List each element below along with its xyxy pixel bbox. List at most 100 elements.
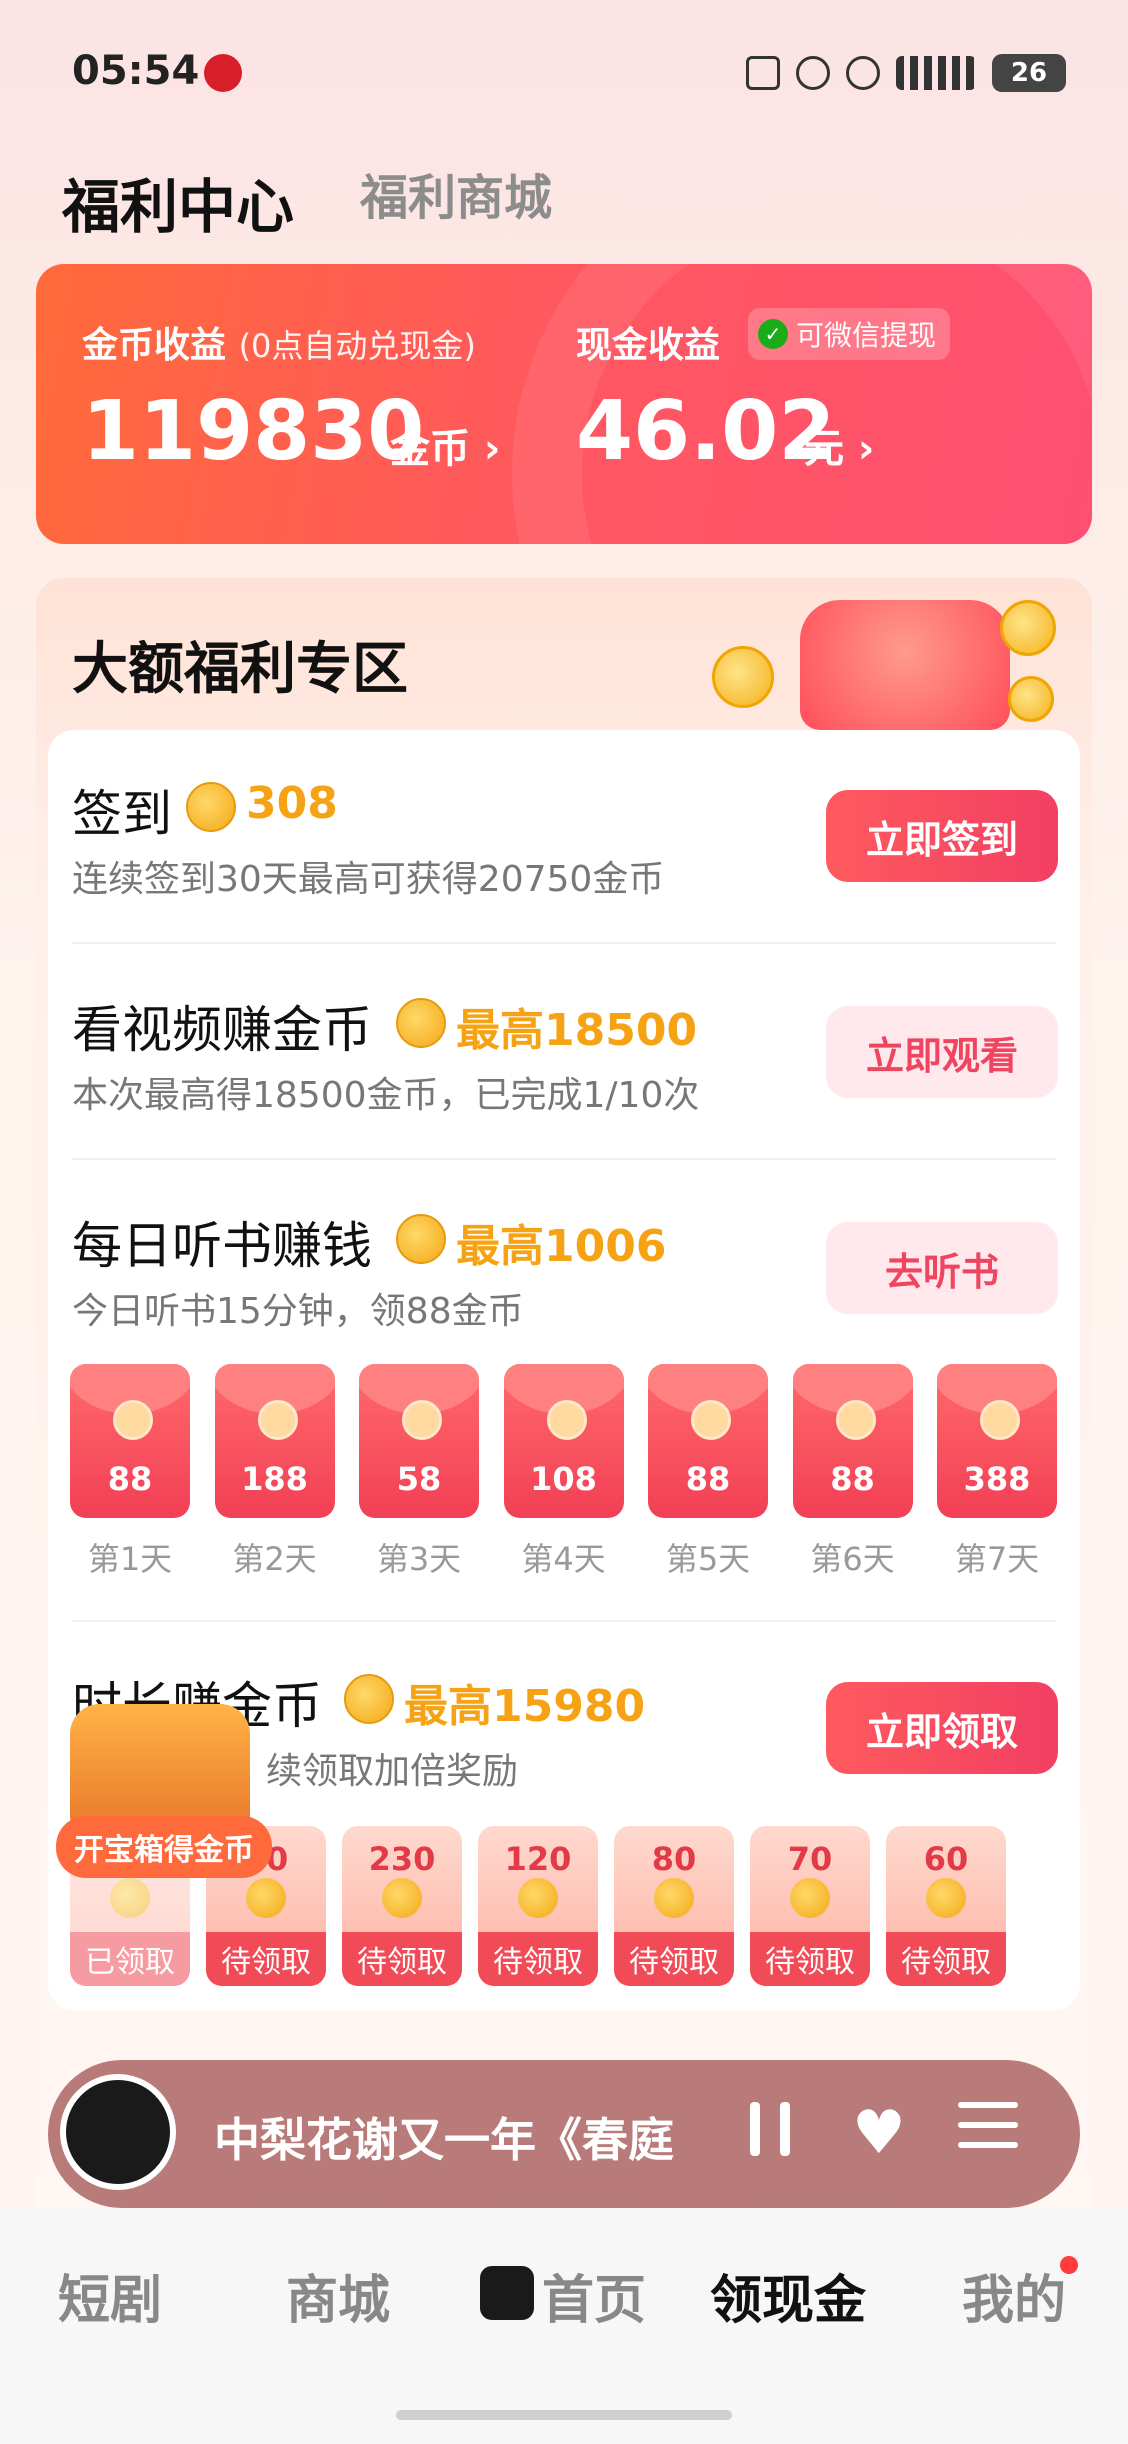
time-reward-value: 80	[651, 1840, 697, 1878]
nav-mine[interactable]: 我的	[962, 2258, 1066, 2333]
envelope-day-label: 第4天	[521, 1540, 606, 1578]
coin-icon	[186, 782, 236, 832]
time-reward-value: 230	[368, 1840, 436, 1878]
red-envelope[interactable]: 188	[214, 1364, 335, 1518]
nav-short-drama[interactable]: 短剧	[58, 2258, 162, 2333]
coin-note: (0点自动兑现金)	[238, 327, 476, 365]
listen-task-title: 每日听书赚钱	[72, 1217, 372, 1275]
time-reward-card[interactable]: 80 待领取	[614, 1826, 734, 1986]
check-icon: ✓	[758, 319, 788, 349]
time-reward-card[interactable]: 230 待领取	[342, 1826, 462, 1986]
checkin-title: 签到	[72, 785, 172, 843]
duration-task-reward: 最高15980	[404, 1681, 646, 1732]
wechat-badge-label: 可微信提现	[796, 319, 937, 352]
coin-value[interactable]: 119830	[82, 384, 424, 479]
time-reward-status: 待领取	[342, 1932, 462, 1986]
tab-welfare-mall[interactable]: 福利商城	[360, 158, 552, 228]
heart-icon[interactable]: ♥	[852, 2098, 906, 2168]
cash-value[interactable]: 46.02	[576, 384, 835, 479]
home-logo-icon[interactable]	[480, 2266, 534, 2320]
red-envelope[interactable]: 388	[937, 1364, 1057, 1518]
red-envelope[interactable]: 88	[792, 1364, 913, 1518]
checkin-reward: 308	[246, 778, 338, 829]
duration-task-subtitle: 续领取加倍奖励	[266, 1751, 519, 1792]
envelope-seal-icon	[113, 1400, 153, 1440]
cash-unit-link[interactable]: 元 ›	[804, 416, 874, 474]
home-indicator	[396, 2410, 732, 2420]
tab-welfare-center[interactable]: 福利中心	[62, 160, 294, 244]
coin-icon	[246, 1878, 286, 1918]
red-envelope[interactable]: 108	[503, 1364, 624, 1518]
nav-get-cash[interactable]: 领现金	[710, 2258, 866, 2333]
time-reward-value: 120	[504, 1840, 572, 1878]
coin-icon	[396, 998, 446, 1048]
coin-icon	[654, 1878, 694, 1918]
playlist-icon[interactable]	[958, 2102, 1018, 2154]
wechat-withdraw-badge[interactable]: ✓ 可微信提现	[748, 308, 951, 360]
book-cover-thumbnail[interactable]	[60, 2074, 176, 2190]
section-title: 大额福利专区	[72, 637, 408, 702]
nav-mall[interactable]: 商城	[286, 2258, 390, 2333]
red-envelope[interactable]: 88	[70, 1364, 190, 1518]
watch-video-button[interactable]: 立即观看	[826, 1006, 1058, 1098]
pause-icon[interactable]	[750, 2102, 790, 2156]
treasure-chest-label[interactable]: 开宝箱得金币	[56, 1816, 272, 1878]
signal-icon	[896, 56, 976, 90]
envelope-seal-icon	[835, 1400, 876, 1440]
status-icons: 26	[746, 54, 1066, 92]
treasure-chest-icon[interactable]	[70, 1704, 250, 1834]
coin-earnings-label: 金币收益 (0点自动兑现金)	[82, 325, 476, 366]
red-envelope[interactable]: 58	[359, 1364, 479, 1518]
video-task-subtitle: 本次最高得18500金币，已完成1/10次	[72, 1075, 700, 1116]
coin-illustration	[1008, 676, 1054, 722]
envelope-seal-icon	[691, 1400, 731, 1440]
envelope-value: 88	[107, 1460, 153, 1498]
nav-home[interactable]: 首页	[542, 2258, 646, 2333]
mute-icon	[846, 56, 880, 90]
red-bag-illustration	[800, 600, 1010, 730]
time-reward-status: 待领取	[614, 1932, 734, 1986]
divider	[72, 1620, 1056, 1622]
time-reward-value: 70	[787, 1840, 833, 1878]
coin-unit-link[interactable]: 金币 ›	[390, 416, 500, 474]
envelope-seal-icon	[257, 1400, 298, 1440]
divider	[72, 942, 1056, 944]
red-envelope[interactable]: 88	[648, 1364, 768, 1518]
coin-illustration	[1000, 600, 1056, 656]
envelope-seal-icon	[546, 1400, 587, 1440]
envelope-day-label: 第1天	[87, 1540, 173, 1578]
envelope-value: 88	[830, 1460, 875, 1498]
checkin-subtitle: 连续签到30天最高可获得20750金币	[72, 859, 665, 900]
time-reward-status: 已领取	[70, 1932, 190, 1986]
coin-icon	[926, 1878, 966, 1918]
listen-task-subtitle: 今日听书15分钟，领88金币	[72, 1291, 524, 1332]
coin-icon	[382, 1878, 422, 1918]
envelope-day-label: 第5天	[665, 1540, 751, 1578]
go-listen-button[interactable]: 去听书	[826, 1222, 1058, 1314]
player-track-title: 中梨花谢又一年《春庭	[214, 2113, 674, 2167]
envelope-day-label: 第3天	[376, 1540, 462, 1578]
status-time: 05:54	[72, 48, 200, 94]
envelope-value: 188	[241, 1460, 308, 1498]
video-task-reward: 最高18500	[456, 1005, 698, 1056]
coin-icon	[344, 1674, 394, 1724]
claim-now-button[interactable]: 立即领取	[826, 1682, 1058, 1774]
notification-dot	[1060, 2256, 1078, 2274]
time-reward-card[interactable]: 60 待领取	[886, 1826, 1006, 1986]
nfc-icon	[746, 56, 780, 90]
envelope-day-label: 第6天	[810, 1540, 895, 1578]
envelope-day-label: 第2天	[232, 1540, 317, 1578]
coin-icon	[396, 1214, 446, 1264]
time-reward-card[interactable]: 70 待领取	[750, 1826, 870, 1986]
envelope-value: 88	[685, 1460, 731, 1498]
divider	[72, 1158, 1056, 1160]
envelope-seal-icon	[980, 1400, 1020, 1440]
video-task-title: 看视频赚金币	[72, 1001, 372, 1059]
envelope-day-label: 第7天	[954, 1540, 1040, 1578]
checkin-button[interactable]: 立即签到	[826, 790, 1058, 882]
time-reward-status: 待领取	[886, 1932, 1006, 1986]
time-reward-card[interactable]: 120 待领取	[478, 1826, 598, 1986]
cash-earnings-label: 现金收益	[576, 325, 721, 366]
bank-logo-icon	[204, 54, 242, 92]
time-reward-status: 待领取	[206, 1932, 326, 1986]
